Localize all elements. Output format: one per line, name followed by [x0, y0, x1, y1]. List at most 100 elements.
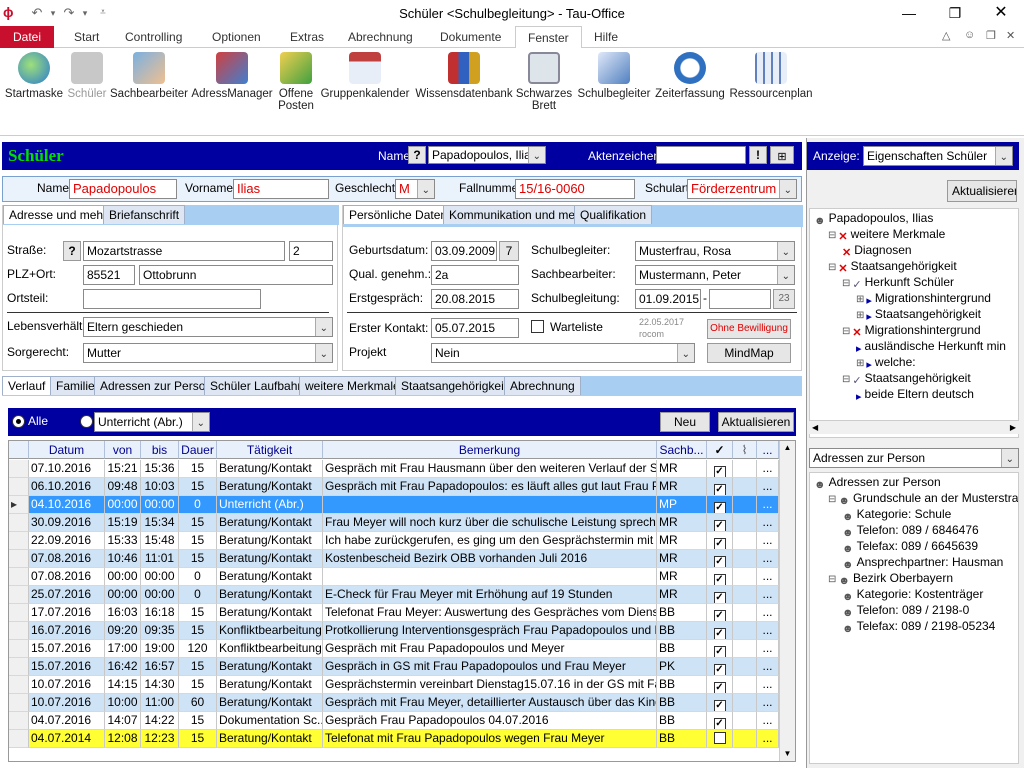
wissensdatenbank-button[interactable]: Wissensdatenbank: [414, 52, 514, 132]
expand-icon[interactable]: ⊞: [856, 310, 864, 321]
done-checkbox[interactable]: ✓: [707, 640, 733, 658]
more-button[interactable]: ...: [757, 532, 779, 550]
restore-inner-icon[interactable]: ❐: [986, 29, 996, 42]
strasse-input[interactable]: Mozartstrasse: [83, 241, 285, 261]
scroll-right-icon[interactable]: ▶: [1010, 421, 1016, 435]
tab-qualifikation[interactable]: Qualifikation: [574, 205, 653, 224]
done-checkbox[interactable]: ✓: [707, 622, 733, 640]
more-button[interactable]: ...: [757, 712, 779, 730]
done-checkbox[interactable]: ✓: [707, 478, 733, 496]
geschlecht-select[interactable]: M ⌄: [395, 179, 435, 199]
more-button[interactable]: ...: [757, 550, 779, 568]
more-button[interactable]: ...: [757, 604, 779, 622]
collapse-icon[interactable]: ⊟: [842, 374, 850, 385]
schulart-select[interactable]: Förderzentrum ⌄: [687, 179, 797, 199]
age-button[interactable]: 7: [499, 241, 519, 261]
tab-abrechnung[interactable]: Abrechnung: [336, 26, 425, 48]
column-check[interactable]: ✓: [707, 441, 733, 459]
fallnummer-input[interactable]: 15/16-0060: [515, 179, 635, 199]
collapse-icon[interactable]: ⊟: [842, 278, 850, 289]
table-row[interactable]: 15.07.2016 17:00 19:00 120 Konfliktbearbeitu…: [9, 640, 779, 658]
table-row[interactable]: 07.08.2016 00:00 00:00 0 Beratung/Kontakt MR ✓…: [9, 568, 779, 586]
table-row[interactable]: ▸ 04.10.2016 00:00 00:00 0 Unterricht (Abr.) M…: [9, 496, 779, 514]
adressmanager-button[interactable]: AdressManager: [190, 52, 274, 132]
ortsteil-input[interactable]: [83, 289, 261, 309]
plz-input[interactable]: 85521: [83, 265, 135, 285]
projekt-select[interactable]: Nein ⌄: [431, 343, 695, 363]
more-button[interactable]: ...: [757, 640, 779, 658]
tree-node[interactable]: ☻ Kategorie: Kostenträger: [842, 587, 983, 603]
ohne-bewilligung-button[interactable]: Ohne Bewilligung: [707, 319, 791, 339]
name-select[interactable]: Papadopoulos, Ilias ⌄: [428, 146, 546, 164]
done-checkbox[interactable]: ✓: [707, 514, 733, 532]
close-button[interactable]: ✕: [978, 0, 1024, 26]
done-checkbox[interactable]: [707, 730, 733, 748]
done-checkbox[interactable]: ✓: [707, 586, 733, 604]
collapse-ribbon-icon[interactable]: △: [942, 29, 950, 42]
ressourcenplan-button[interactable]: Ressourcenplan: [728, 52, 814, 132]
tree-node[interactable]: ⊞ ▸ Staatsangehörigkeit: [856, 307, 981, 323]
lebensverhaeltnisse-select[interactable]: Eltern geschieden ⌄: [83, 317, 333, 337]
radio-alle[interactable]: [12, 415, 25, 428]
hausnummer-input[interactable]: 2: [289, 241, 333, 261]
schulbegleiter-select[interactable]: Musterfrau, Rosa ⌄: [635, 241, 795, 261]
radio-filter[interactable]: [80, 415, 93, 428]
tab-extras[interactable]: Extras: [278, 26, 336, 48]
more-button[interactable]: ...: [757, 658, 779, 676]
tab-hilfe[interactable]: Hilfe: [582, 26, 630, 48]
close-inner-icon[interactable]: ✕: [1006, 29, 1015, 42]
more-button[interactable]: ...: [757, 730, 779, 748]
column-taetigkeit[interactable]: Tätigkeit: [217, 441, 323, 459]
more-button[interactable]: ...: [757, 622, 779, 640]
scroll-left-icon[interactable]: ◀: [812, 421, 818, 435]
tab-schueler-laufbahn[interactable]: Schüler Laufbahn: [204, 376, 311, 395]
aktenzeichen-input[interactable]: [656, 146, 746, 164]
expand-icon[interactable]: ⊞: [856, 294, 864, 305]
table-row[interactable]: 15.07.2016 16:42 16:57 15 Beratung/Kontakt Ge…: [9, 658, 779, 676]
column-bemerkung[interactable]: Bemerkung: [323, 441, 657, 459]
done-checkbox[interactable]: ✓: [707, 550, 733, 568]
collapse-icon[interactable]: ⊟: [842, 326, 850, 337]
column-dauer[interactable]: Dauer: [179, 441, 217, 459]
collapse-icon[interactable]: ⊟: [828, 230, 836, 241]
tab-persoenliche-daten[interactable]: Persönliche Daten: [343, 205, 454, 224]
table-row[interactable]: 07.10.2016 15:21 15:36 15 Beratung/Kontakt Ge…: [9, 460, 779, 478]
table-row[interactable]: 25.07.2016 00:00 00:00 0 Beratung/Kontakt E-C…: [9, 586, 779, 604]
tab-datei[interactable]: Datei: [0, 26, 55, 48]
neu-button[interactable]: Neu: [660, 412, 710, 432]
more-button[interactable]: ...: [757, 496, 779, 514]
collapse-icon[interactable]: ⊟: [828, 574, 836, 585]
offene-posten-button[interactable]: Offene Posten: [274, 52, 318, 132]
done-checkbox[interactable]: ✓: [707, 658, 733, 676]
vertical-scrollbar[interactable]: ▲ ▼: [779, 441, 795, 761]
tree-node[interactable]: ☻ Telefon: 089 / 6846476: [842, 523, 979, 539]
table-row[interactable]: 04.07.2014 12:08 12:23 15 Beratung/Kontakt Te…: [9, 730, 779, 748]
more-button[interactable]: ...: [757, 460, 779, 478]
adressen-select[interactable]: Adressen zur Person ⌄: [809, 448, 1019, 468]
tree-node[interactable]: ⊟ ☻ Grundschule an der Musterstraß: [828, 491, 1018, 507]
tree-view-button[interactable]: ⊞: [770, 146, 794, 164]
table-row[interactable]: 30.09.2016 15:19 15:34 15 Beratung/Kontakt Fr…: [9, 514, 779, 532]
tree-node[interactable]: ☻ Telefon: 089 / 2198-0: [842, 603, 969, 619]
tree-node[interactable]: ⊟ ✓ Herkunft Schüler: [842, 275, 954, 291]
tree-node[interactable]: ▸ beide Eltern deutsch: [856, 387, 974, 403]
schwarzes-brett-button[interactable]: Schwarzes Brett: [514, 52, 574, 132]
minimize-button[interactable]: —: [886, 0, 932, 26]
table-row[interactable]: 07.08.2016 10:46 11:01 15 Beratung/Kontakt Ko…: [9, 550, 779, 568]
tab-start[interactable]: Start: [62, 26, 111, 48]
tree-node[interactable]: ✕ Diagnosen: [842, 243, 912, 259]
tree-node[interactable]: ☻ Telefax: 089 / 2198-05234: [842, 619, 995, 635]
tab-briefanschrift[interactable]: Briefanschrift: [103, 205, 186, 224]
tree-node[interactable]: ☻ Adressen zur Person: [814, 475, 941, 491]
more-button[interactable]: ...: [757, 514, 779, 532]
column-von[interactable]: von: [105, 441, 141, 459]
done-checkbox[interactable]: ✓: [707, 604, 733, 622]
scroll-up-icon[interactable]: ▲: [780, 441, 795, 455]
ort-input[interactable]: Ottobrunn: [139, 265, 333, 285]
collapse-icon[interactable]: ⊟: [828, 262, 836, 273]
column-bis[interactable]: bis: [141, 441, 179, 459]
more-button[interactable]: ...: [757, 586, 779, 604]
table-row[interactable]: 04.07.2016 14:07 14:22 15 Dokumentation Sc..…: [9, 712, 779, 730]
done-checkbox[interactable]: ✓: [707, 568, 733, 586]
calendar-button[interactable]: 23: [773, 289, 795, 309]
